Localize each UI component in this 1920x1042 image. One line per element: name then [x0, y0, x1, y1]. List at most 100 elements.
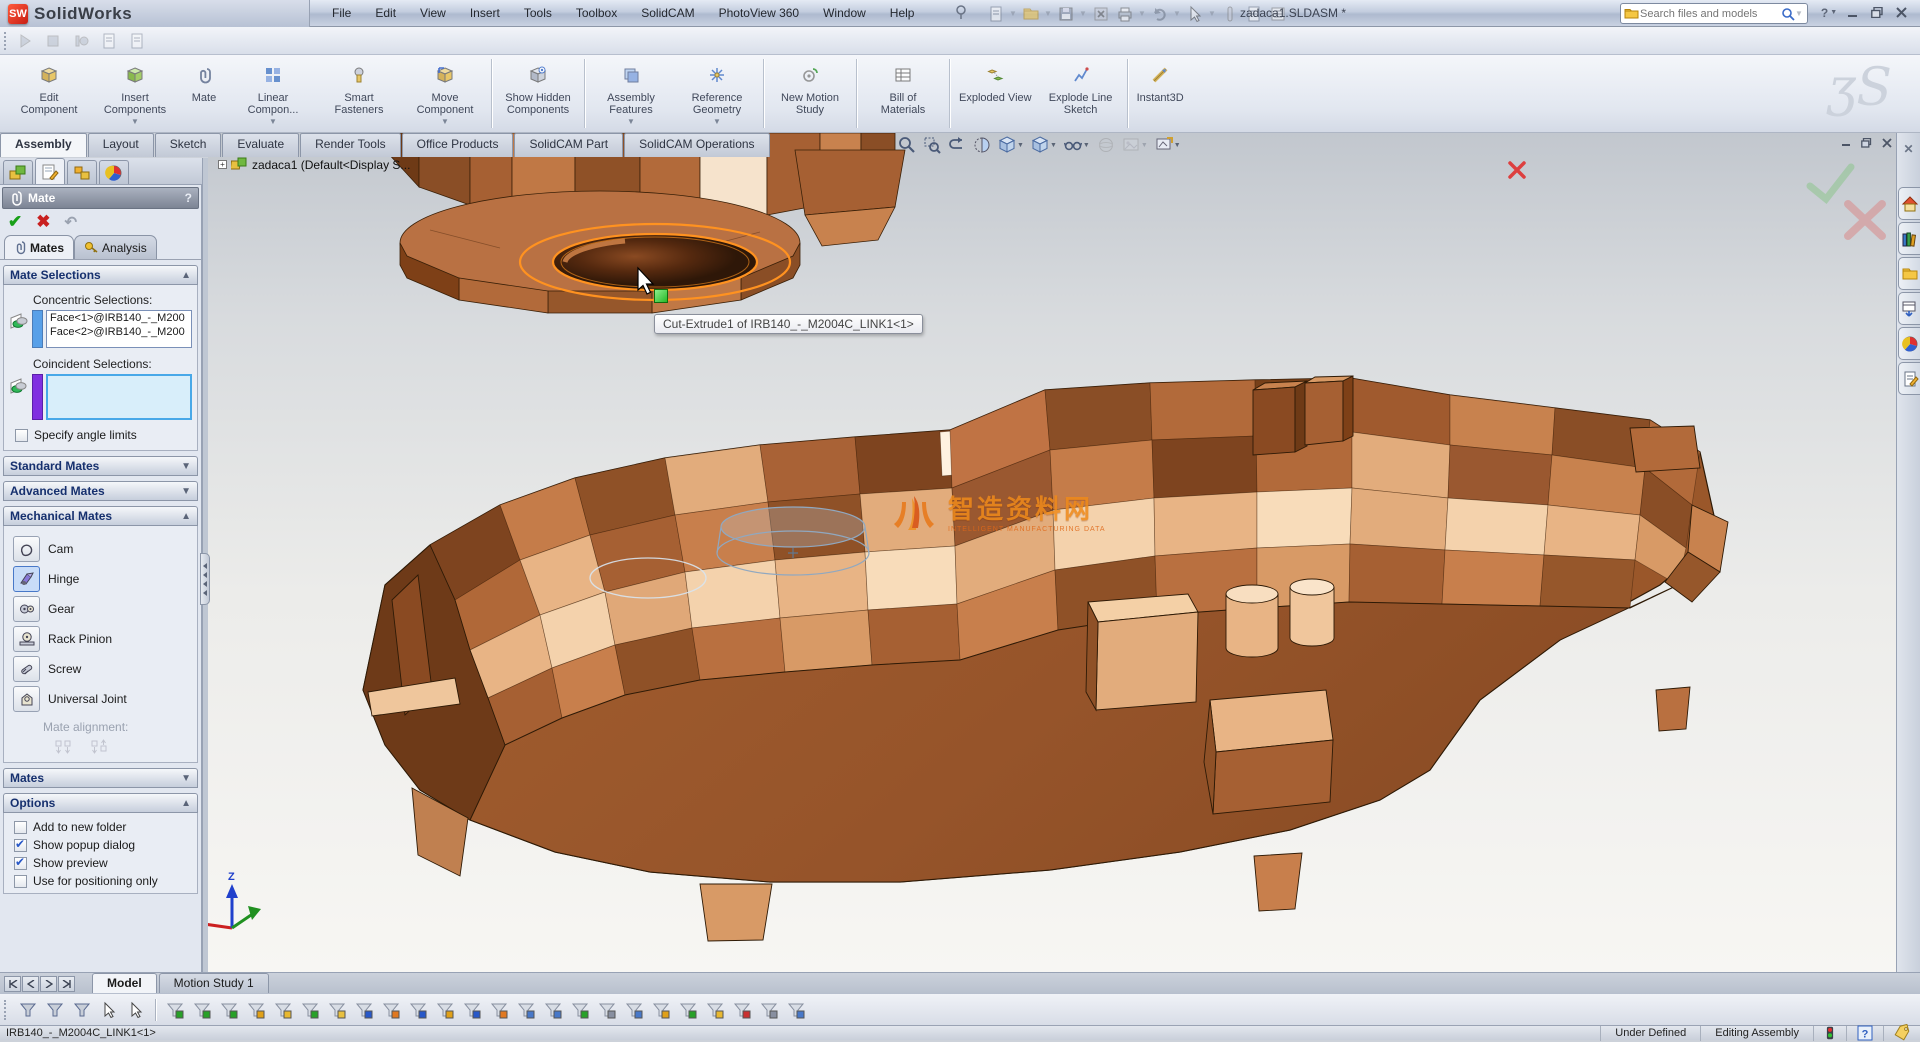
menu-help[interactable]: Help — [878, 0, 927, 27]
filter-dimensions-icon[interactable] — [487, 998, 511, 1022]
filter-centerlines-icon[interactable] — [460, 998, 484, 1022]
filter-sketch-points-icon[interactable] — [352, 998, 376, 1022]
tab-solidcam-part[interactable]: SolidCAM Part — [514, 133, 623, 157]
menu-solidcam[interactable]: SolidCAM — [629, 0, 706, 27]
zoom-to-area-icon[interactable] — [921, 135, 943, 155]
pause-macro-icon[interactable] — [69, 30, 93, 52]
tab-feature-manager[interactable] — [3, 160, 33, 184]
save-icon[interactable] — [1055, 4, 1077, 24]
cm-button-move-component[interactable]: Move Component▼ — [402, 55, 488, 132]
section-view-icon[interactable] — [971, 135, 993, 155]
search-input[interactable] — [1640, 8, 1781, 20]
chevron-down-icon[interactable]: ▼ — [269, 117, 277, 126]
zoom-to-fit-icon[interactable] — [896, 135, 918, 155]
dropdown-icon[interactable]: ▼ — [1138, 9, 1147, 18]
doc-close-button[interactable] — [1878, 135, 1895, 150]
coincident-selection-box[interactable] — [46, 374, 192, 420]
filter-annotations-icon[interactable] — [514, 998, 538, 1022]
filter-notes-icon[interactable] — [541, 998, 565, 1022]
tab-property-manager[interactable] — [35, 158, 65, 184]
cm-button-reference-geometry[interactable]: Reference Geometry▼ — [674, 55, 760, 132]
filter-sketch-segments-icon[interactable] — [379, 998, 403, 1022]
help-button[interactable]: ?▼ — [1818, 3, 1840, 22]
chevron-down-icon[interactable]: ▼ — [441, 117, 449, 126]
chevron-down-icon[interactable]: ▼ — [713, 117, 721, 126]
filter-datums-icon[interactable] — [649, 998, 673, 1022]
prev-tab-button[interactable] — [22, 976, 39, 992]
mates-header[interactable]: Mates▼ — [3, 768, 198, 788]
solidworks-resources-icon[interactable] — [1898, 187, 1920, 220]
new-macro-icon[interactable] — [97, 30, 121, 52]
minimize-button[interactable] — [1842, 3, 1864, 22]
open-icon[interactable] — [1020, 4, 1042, 24]
print-icon[interactable] — [1114, 4, 1136, 24]
filter-weld-symbols-icon[interactable] — [595, 998, 619, 1022]
cm-button-insert-components[interactable]: Insert Components▼ — [92, 55, 178, 132]
menu-edit[interactable]: Edit — [363, 0, 408, 27]
rebuild-icon[interactable] — [1219, 4, 1241, 24]
menu-file[interactable]: File — [320, 0, 363, 27]
expand-tree-icon[interactable]: + — [218, 160, 227, 169]
concentric-selection-list[interactable]: Face<1>@IRB140_-_M200Face<2>@IRB140_-_M2… — [46, 310, 192, 348]
selection-list-item[interactable]: Face<1>@IRB140_-_M200 — [47, 311, 191, 325]
cm-button-smart-fasteners[interactable]: Smart Fasteners — [316, 55, 402, 132]
cm-button-explode-line-sketch[interactable]: Explode Line Sketch — [1038, 55, 1124, 132]
viewport-3d[interactable]: X Z + zadaca1 (Default<Display S... ▼▼▼▼… — [208, 133, 1896, 972]
filter-surface-finish-icon[interactable] — [676, 998, 700, 1022]
filter-center-marks-icon[interactable] — [433, 998, 457, 1022]
last-tab-button[interactable] — [58, 976, 75, 992]
cancel-mate-icon[interactable] — [1508, 161, 1526, 179]
view-tab-model[interactable]: Model — [92, 973, 157, 993]
filter-routing-points-icon[interactable] — [757, 998, 781, 1022]
tab-evaluate[interactable]: Evaluate — [222, 133, 299, 157]
select-arrow-icon[interactable] — [97, 998, 121, 1022]
filter-gtol-icon[interactable] — [622, 998, 646, 1022]
dropdown-icon[interactable]: ▼ — [1208, 9, 1217, 18]
cm-button-new-motion-study[interactable]: New Motion Study — [767, 55, 853, 132]
aligned-icon[interactable] — [53, 738, 73, 756]
panel-collapse-handle[interactable] — [200, 553, 210, 605]
tab-configuration-manager[interactable] — [67, 160, 97, 184]
menu-window[interactable]: Window — [811, 0, 878, 27]
previous-view-icon[interactable] — [946, 135, 968, 155]
search-box[interactable]: ▼ — [1620, 3, 1808, 24]
design-library-icon[interactable] — [1898, 222, 1920, 255]
filter-vertices-icon[interactable] — [163, 998, 187, 1022]
mate-type-hinge-button[interactable] — [13, 566, 40, 592]
standard-mates-header[interactable]: Standard Mates▼ — [3, 456, 198, 476]
mate-type-rack-pinion-button[interactable] — [13, 626, 40, 652]
tab-layout[interactable]: Layout — [88, 133, 154, 157]
search-dropdown-icon[interactable]: ▼ — [1795, 9, 1804, 18]
filter-blocks-icon[interactable] — [703, 998, 727, 1022]
specify-angle-limits-checkbox[interactable] — [15, 429, 28, 442]
doc-minimize-button[interactable] — [1838, 135, 1855, 150]
anti-aligned-icon[interactable] — [89, 738, 109, 756]
filter-clear-icon[interactable] — [43, 998, 67, 1022]
filter-faces-icon[interactable] — [217, 998, 241, 1022]
tab-mates[interactable]: Mates — [4, 235, 74, 259]
filter-dowel-pins-icon[interactable] — [784, 998, 808, 1022]
filter-solid-bodies-icon[interactable] — [271, 998, 295, 1022]
custom-properties-icon[interactable] — [1898, 362, 1920, 395]
mate-type-gear-button[interactable] — [13, 596, 40, 622]
advanced-mates-header[interactable]: Advanced Mates▼ — [3, 481, 198, 501]
cm-button-assembly-features[interactable]: Assembly Features▼ — [588, 55, 674, 132]
doc-restore-button[interactable] — [1858, 135, 1875, 150]
filter-connection-points-icon[interactable] — [730, 998, 754, 1022]
checkbox-add-to-new-folder[interactable] — [14, 821, 27, 834]
mate-selections-header[interactable]: Mate Selections▲ — [3, 265, 198, 285]
tab-office-products[interactable]: Office Products — [402, 133, 514, 157]
selection-list-item[interactable]: Face<2>@IRB140_-_M200 — [47, 325, 191, 339]
checkbox-show-popup-dialog[interactable] — [14, 839, 27, 852]
display-style-icon[interactable]: ▼ — [1029, 135, 1059, 155]
cm-button-show-hidden-components[interactable]: Show Hidden Components — [495, 55, 581, 132]
toolbar-grip[interactable] — [4, 32, 9, 50]
mate-type-cam-button[interactable] — [13, 536, 40, 562]
tab-sketch[interactable]: Sketch — [155, 133, 222, 157]
filter-midpoints-icon[interactable] — [406, 998, 430, 1022]
view-tab-motion-study-1[interactable]: Motion Study 1 — [159, 973, 269, 993]
quick-tips-icon[interactable]: ? — [1846, 1026, 1883, 1041]
filter-balloons-icon[interactable] — [568, 998, 592, 1022]
restore-button[interactable] — [1866, 3, 1888, 22]
tab-assembly[interactable]: Assembly — [0, 133, 87, 157]
